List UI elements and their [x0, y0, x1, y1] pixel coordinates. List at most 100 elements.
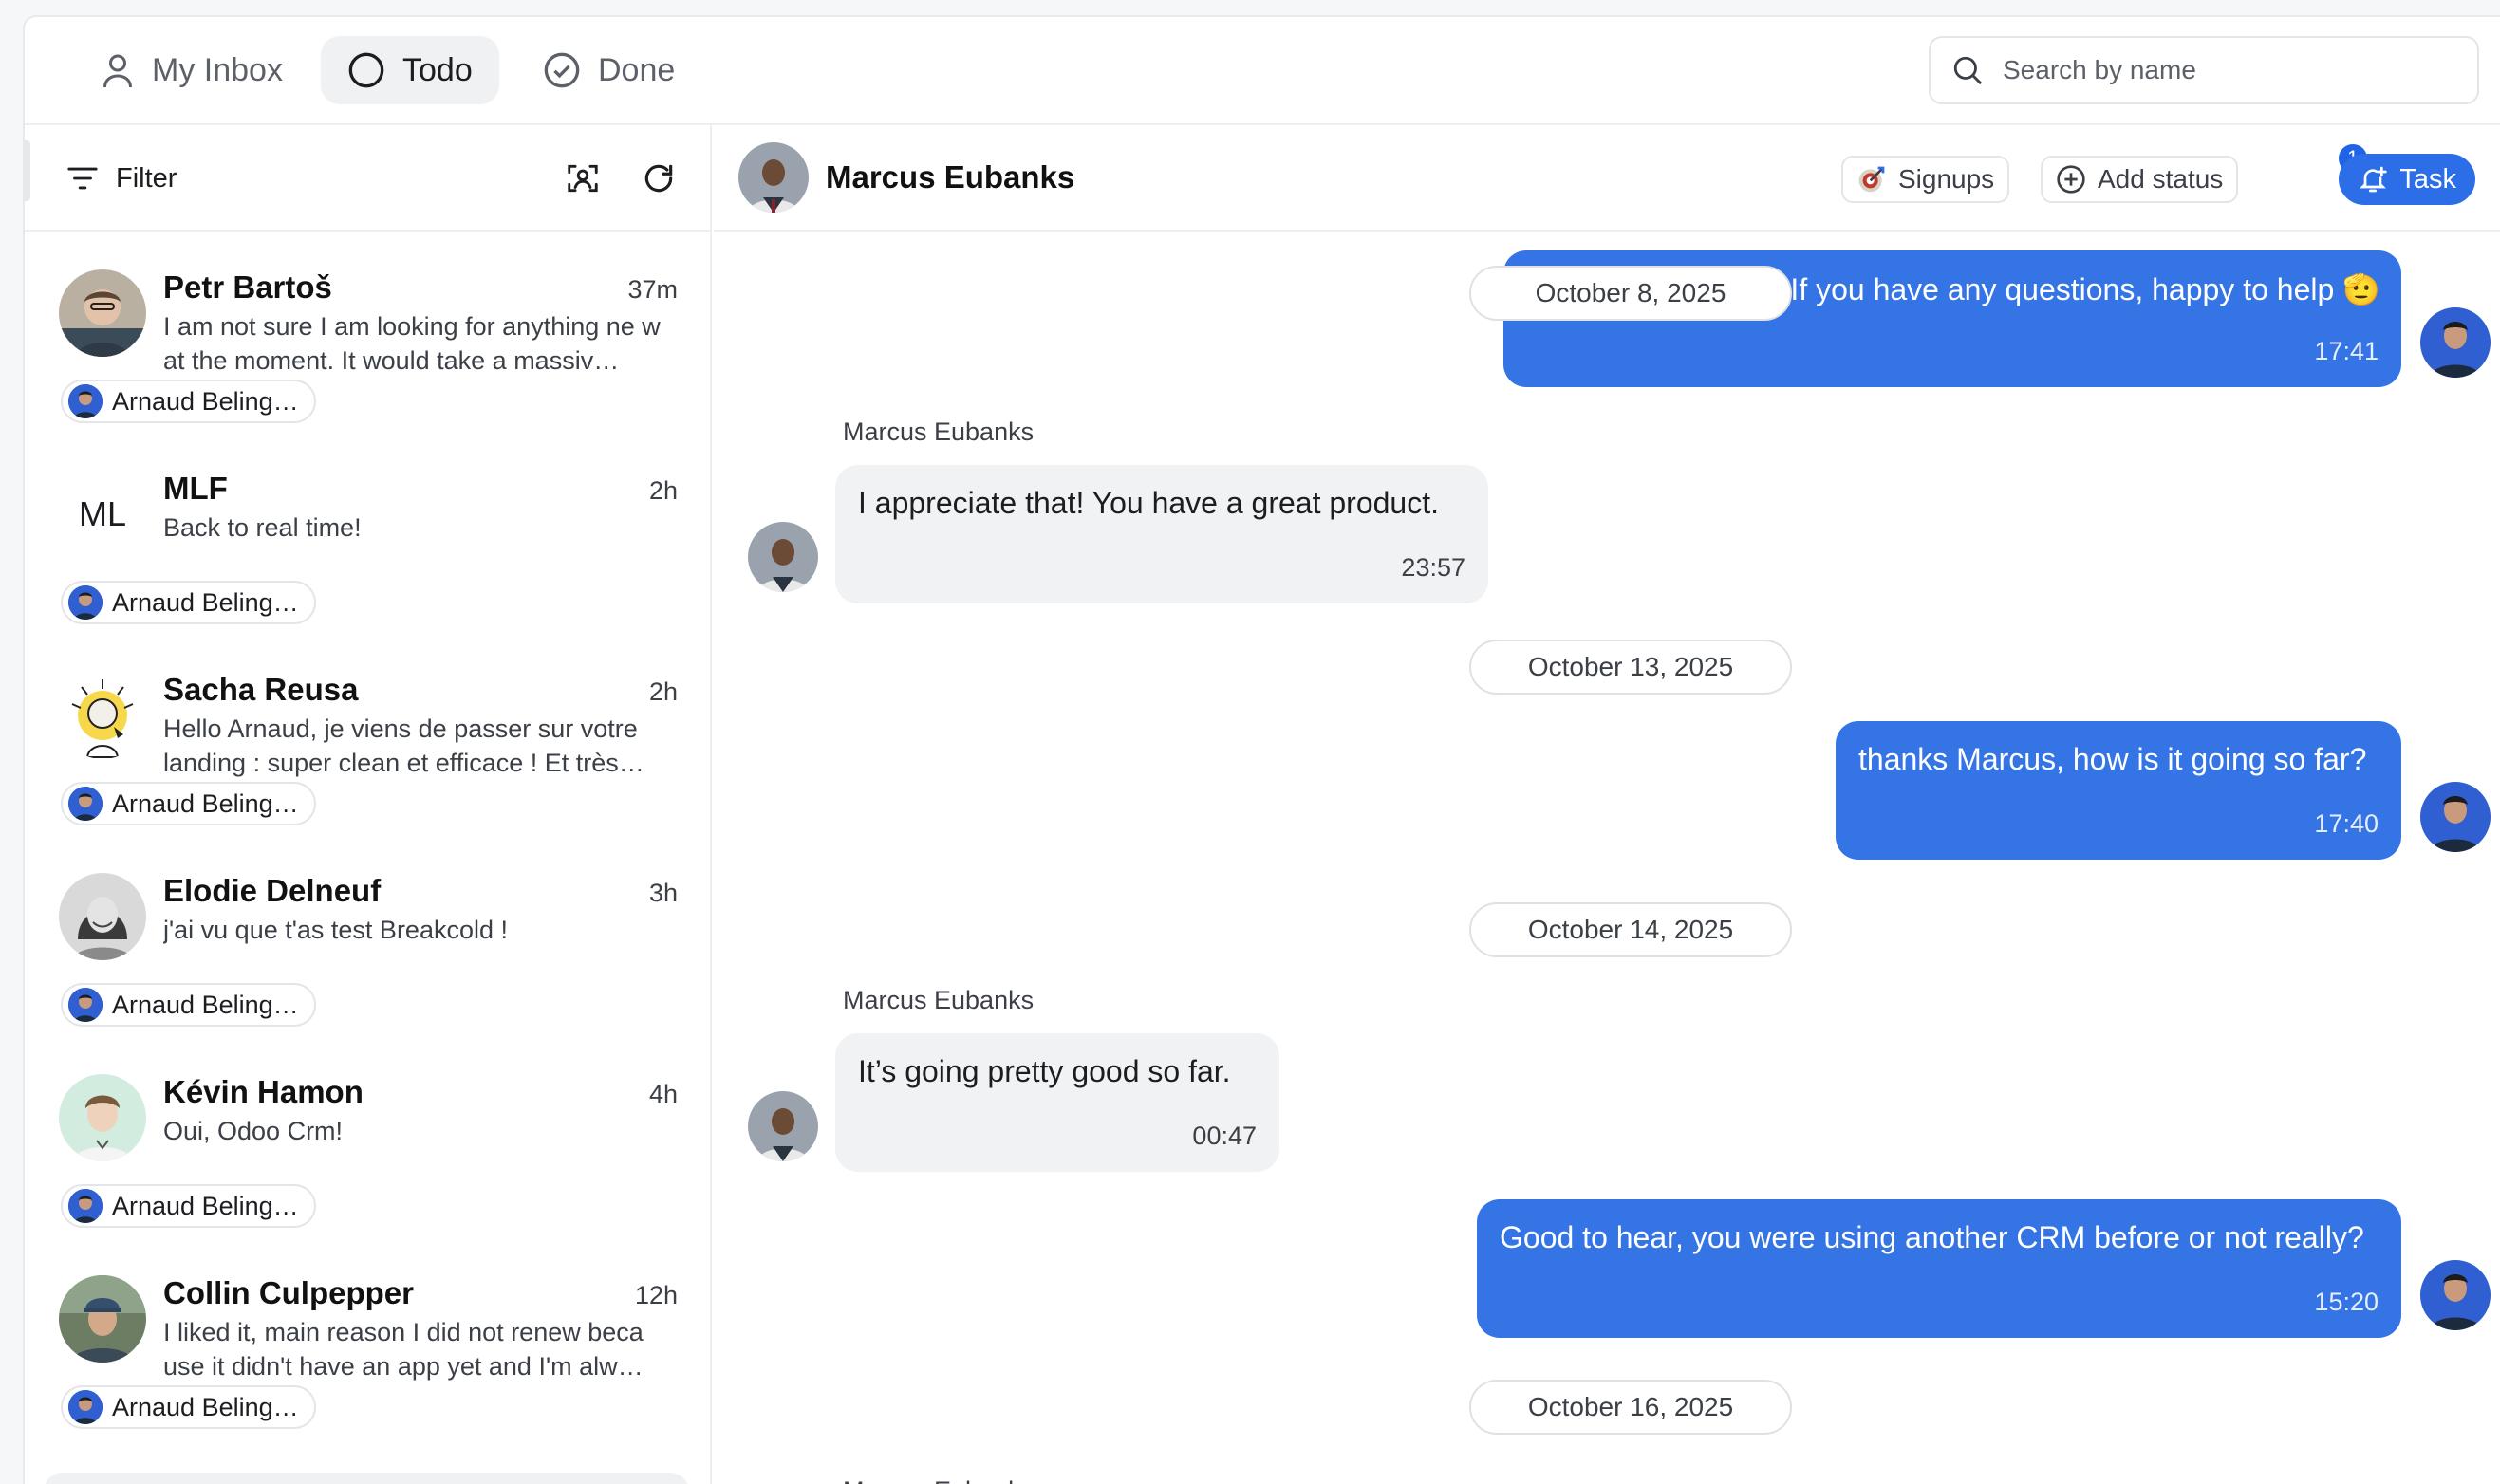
owner-chip[interactable]: Arnaud Beling…	[61, 983, 316, 1027]
sender-name: Marcus Eubanks	[843, 417, 1035, 446]
contact-name-title: Marcus Eubanks	[826, 159, 1075, 195]
message-time: 15:20	[2314, 1288, 2379, 1316]
date-separator: October 14, 2025	[1469, 902, 1792, 957]
check-circle-icon	[544, 52, 580, 88]
owner-avatar	[68, 988, 103, 1022]
conversation-item[interactable]: Sacha Reusa 2h Hello Arnaud, je viens de…	[25, 653, 710, 854]
message-time: 12h	[634, 1281, 678, 1309]
add-status-label: Add status	[2098, 164, 2224, 194]
contact-name: Kévin Hamon	[163, 1074, 364, 1109]
owner-avatar	[68, 384, 103, 418]
my-avatar	[2420, 307, 2491, 378]
message-time: 17:41	[2314, 337, 2379, 365]
filter-label: Filter	[116, 162, 177, 194]
owner-chip[interactable]: Arnaud Beling…	[61, 581, 316, 624]
owner-name: Arnaud Beling…	[112, 386, 299, 416]
message-time: 37m	[627, 275, 678, 304]
message-preview: Oui, Odoo Crm!	[163, 1117, 344, 1145]
sidebar-toolbar: Filter	[25, 125, 710, 232]
message-text: If you have any questions, happy to help…	[1790, 272, 2380, 306]
contact-avatar[interactable]	[738, 142, 809, 213]
message-time: 23:57	[1401, 553, 1465, 582]
scan-person-icon	[568, 164, 598, 193]
owner-avatar	[68, 1189, 103, 1223]
filter-button[interactable]: Filter	[66, 154, 177, 203]
message-text: Good to hear, you were using another CRM…	[1500, 1220, 2364, 1254]
owner-name: Arnaud Beling…	[112, 587, 299, 617]
bell-plus-icon	[2360, 166, 2388, 193]
target-icon	[1858, 166, 1885, 193]
search-input[interactable]	[2003, 55, 2439, 85]
contact-message-avatar	[748, 1091, 818, 1161]
circle-icon	[348, 52, 384, 88]
owner-avatar	[68, 1390, 103, 1424]
my-avatar	[2420, 1260, 2491, 1330]
avatar	[59, 1275, 146, 1363]
task-label: Task	[2399, 163, 2456, 195]
owner-chip[interactable]: Arnaud Beling…	[61, 782, 316, 825]
outgoing-message: Good to hear, you were using another CRM…	[1477, 1199, 2401, 1338]
message-text: thanks Marcus, how is it going so far?	[1858, 742, 2367, 776]
message-time: 00:47	[1192, 1122, 1257, 1150]
search-icon	[1953, 56, 1983, 85]
conversation-item[interactable]: ML MLF 2h Back to real time! Arnaud Beli…	[25, 452, 710, 653]
date-separator: October 13, 2025	[1469, 640, 1792, 695]
tab-label: Done	[598, 51, 676, 88]
task-button[interactable]: Task	[2339, 154, 2475, 205]
chat-header: Marcus Eubanks Signups Add status 1 Task	[714, 125, 2500, 232]
refresh-icon	[644, 164, 673, 193]
conversation-item[interactable]: Kévin Hamon 4h Oui, Odoo Crm! Arnaud Bel…	[25, 1055, 710, 1256]
tab-label: My Inbox	[152, 51, 283, 88]
chat-panel: Marcus Eubanks Signups Add status 1 Task…	[714, 125, 2500, 1484]
message-preview: Back to real time!	[163, 513, 362, 542]
scan-contact-button[interactable]	[558, 154, 607, 203]
app-window: My Inbox Todo Done Filter	[23, 15, 2500, 1484]
contact-name: Collin Culpepper	[163, 1275, 414, 1310]
tab-my-inbox[interactable]: My Inbox	[74, 36, 309, 104]
message-text: It’s going pretty good so far.	[858, 1054, 1231, 1088]
incoming-message: It’s going pretty good so far. 00:47	[835, 1033, 1279, 1172]
owner-chip[interactable]: Arnaud Beling…	[61, 380, 316, 423]
owner-chip[interactable]: Arnaud Beling…	[61, 1184, 316, 1228]
contact-message-avatar	[748, 522, 818, 592]
refresh-button[interactable]	[634, 154, 683, 203]
tab-todo[interactable]: Todo	[321, 36, 499, 104]
owner-name: Arnaud Beling…	[112, 990, 299, 1019]
conversation-item[interactable]: Elodie Delneuf 3h j'ai vu que t'as test …	[25, 854, 710, 1055]
owner-name: Arnaud Beling…	[112, 1191, 299, 1220]
owner-name: Arnaud Beling…	[112, 788, 299, 818]
status-signups-button[interactable]: Signups	[1841, 156, 2010, 203]
owner-avatar	[68, 585, 103, 620]
avatar	[59, 1074, 146, 1161]
message-time: 17:40	[2314, 809, 2379, 838]
date-separator: October 8, 2025	[1469, 266, 1792, 321]
avatar-initials: ML	[78, 494, 126, 533]
contact-name: Petr Bartoš	[163, 269, 332, 305]
sender-name: Marcus Eubanks	[843, 1476, 1034, 1484]
message-text: I appreciate that! You have a great prod…	[858, 486, 1439, 520]
avatar	[59, 269, 146, 357]
message-preview: Hello Arnaud, je viens de passer sur vot…	[163, 714, 644, 777]
message-preview: j'ai vu que t'as test Breakcold !	[163, 916, 508, 944]
contact-name: MLF	[163, 471, 228, 506]
owner-name: Arnaud Beling…	[112, 1392, 299, 1421]
owner-chip[interactable]: Arnaud Beling…	[61, 1385, 316, 1429]
conversation-item[interactable]: Collin Culpepper 12h I liked it, main re…	[25, 1256, 710, 1457]
my-avatar	[2420, 782, 2491, 852]
top-bar: My Inbox Todo Done	[25, 17, 2500, 125]
owner-avatar	[68, 787, 103, 821]
date-separator: October 16, 2025	[1469, 1380, 1792, 1435]
message-time: 2h	[648, 677, 678, 706]
conversation-item-partial[interactable]	[44, 1473, 689, 1484]
plus-circle-icon	[2057, 165, 2085, 194]
search-box[interactable]	[1929, 36, 2479, 104]
conversation-item[interactable]: Petr Bartoš 37m I am not sure I am looki…	[25, 250, 710, 452]
message-time: 3h	[648, 879, 678, 907]
status-label: Signups	[1898, 164, 1995, 194]
add-status-button[interactable]: Add status	[2041, 156, 2239, 203]
message-time: 2h	[648, 476, 678, 505]
sender-name: Marcus Eubanks	[843, 986, 1035, 1014]
tab-done[interactable]: Done	[516, 36, 701, 104]
incoming-message: I appreciate that! You have a great prod…	[835, 465, 1488, 603]
filter-icon	[67, 167, 98, 190]
